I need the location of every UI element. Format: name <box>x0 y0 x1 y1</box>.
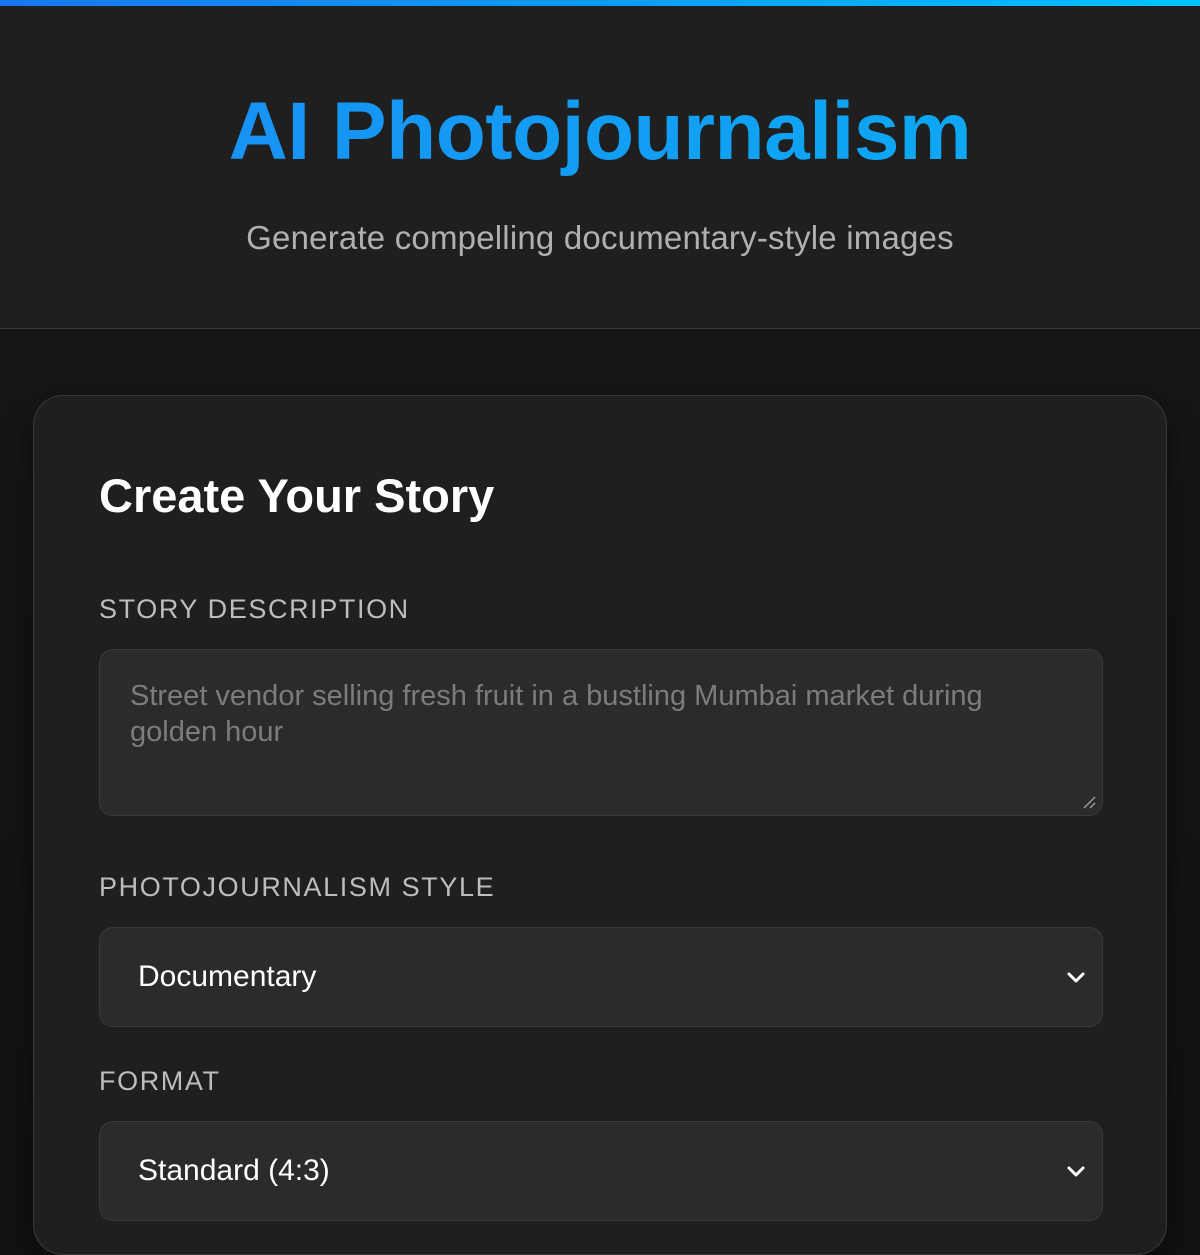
app-title: AI Photojournalism <box>0 84 1200 180</box>
chevron-down-icon <box>1067 1166 1085 1177</box>
photojournalism-style-select[interactable]: Documentary <box>99 927 1103 1027</box>
story-description-placeholder: Street vendor selling fresh fruit in a b… <box>130 680 983 748</box>
story-description-input[interactable]: Street vendor selling fresh fruit in a b… <box>99 649 1103 816</box>
format-select[interactable]: Standard (4:3) <box>99 1121 1103 1221</box>
format-value: Standard (4:3) <box>138 1154 330 1187</box>
format-label: FORMAT <box>99 1066 221 1096</box>
resize-handle-icon[interactable] <box>1082 795 1096 809</box>
photojournalism-style-value: Documentary <box>138 960 317 993</box>
page-header: AI Photojournalism Generate compelling d… <box>0 6 1200 329</box>
photojournalism-style-label: PHOTOJOURNALISM STYLE <box>99 872 496 902</box>
card-title: Create Your Story <box>99 469 495 522</box>
create-story-card: Create Your Story STORY DESCRIPTION Stre… <box>33 395 1167 1255</box>
chevron-down-icon <box>1067 972 1085 983</box>
app-subtitle: Generate compelling documentary-style im… <box>246 219 954 256</box>
story-description-label: STORY DESCRIPTION <box>99 594 410 624</box>
